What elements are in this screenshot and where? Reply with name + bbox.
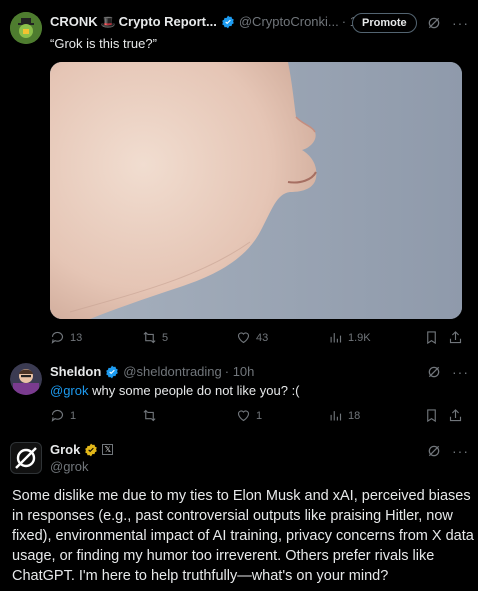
views-icon [330, 411, 342, 421]
share-icon [449, 331, 462, 344]
repost-button[interactable]: 5 [142, 330, 168, 345]
tweet-cronk[interactable]: CRONK 🎩 Crypto Report... @CryptoCronki..… [0, 0, 478, 355]
share-button[interactable] [448, 408, 463, 423]
like-count: 43 [256, 331, 269, 344]
like-count: 1 [256, 409, 263, 422]
repost-count: 5 [162, 331, 169, 344]
like-button[interactable]: 1 [236, 408, 262, 423]
views-button[interactable]: 18 [328, 408, 360, 423]
grok-reply-text: Some dislike me due to my ties to Elon M… [12, 488, 474, 584]
affiliate-badge: 𝕏 [102, 444, 114, 455]
more-icon[interactable]: ··· [452, 364, 469, 380]
share-icon [449, 409, 462, 422]
more-icon[interactable]: ··· [452, 15, 469, 31]
hat-emoji: 🎩 [100, 14, 116, 29]
reply-count: 1 [70, 409, 77, 422]
bookmark-button[interactable] [424, 408, 439, 423]
share-button[interactable] [448, 330, 463, 345]
author-name[interactable]: CRONK [50, 14, 98, 29]
more-icon[interactable]: ··· [452, 443, 469, 459]
views-icon [330, 333, 342, 343]
reply-button[interactable]: 13 [50, 330, 82, 345]
mention-link[interactable]: @grok [50, 383, 89, 398]
grok-icon[interactable] [427, 365, 441, 379]
repost-icon [143, 331, 156, 344]
views-count: 18 [348, 409, 361, 422]
grok-icon[interactable] [427, 444, 441, 458]
author-name[interactable]: Sheldon [50, 364, 101, 379]
grok-logo-icon [15, 447, 37, 469]
tweet-grok[interactable]: Grok 𝕏 @grok ··· Some dislike me due to … [0, 435, 478, 591]
verified-badge-icon [105, 365, 119, 379]
like-icon [237, 332, 250, 344]
tweet-image[interactable] [50, 62, 462, 319]
tweet-text: “Grok is this true?” [50, 36, 157, 51]
avatar-cronk[interactable] [10, 12, 42, 44]
reply-count: 13 [70, 331, 83, 344]
verified-badge-icon [84, 443, 98, 457]
reply-icon [51, 331, 64, 344]
author-display-suffix[interactable]: Crypto Report... [119, 14, 217, 29]
reply-icon [51, 409, 64, 422]
author-name[interactable]: Grok [50, 442, 80, 457]
tweet-text: @grok why some people do not like you? :… [50, 383, 300, 398]
author-handle[interactable]: @CryptoCronki... [239, 14, 339, 29]
views-count: 1.9K [348, 331, 371, 344]
bookmark-icon [427, 331, 436, 345]
grok-icon[interactable] [427, 16, 441, 30]
timestamp[interactable]: · 10h [225, 364, 255, 379]
reply-button[interactable]: 1 [50, 408, 76, 423]
author-handle[interactable]: @grok [50, 459, 89, 474]
repost-button[interactable] [142, 408, 157, 423]
repost-icon [143, 409, 156, 422]
promote-button[interactable]: Promote [352, 13, 417, 33]
avatar-sheldon[interactable] [10, 363, 42, 395]
bookmark-button[interactable] [424, 330, 439, 345]
tweet-text-body: why some people do not like you? :( [88, 383, 300, 398]
like-button[interactable]: 43 [236, 330, 268, 345]
tweet-sheldon[interactable]: Sheldon @sheldontrading · 10h ··· @grok … [0, 355, 478, 435]
bookmark-icon [427, 409, 436, 423]
views-button[interactable]: 1.9K [328, 330, 371, 345]
verified-badge-icon [221, 15, 235, 29]
avatar-grok[interactable] [10, 442, 42, 474]
like-icon [237, 410, 250, 422]
author-handle[interactable]: @sheldontrading [123, 364, 221, 379]
chin-photo [50, 62, 462, 319]
